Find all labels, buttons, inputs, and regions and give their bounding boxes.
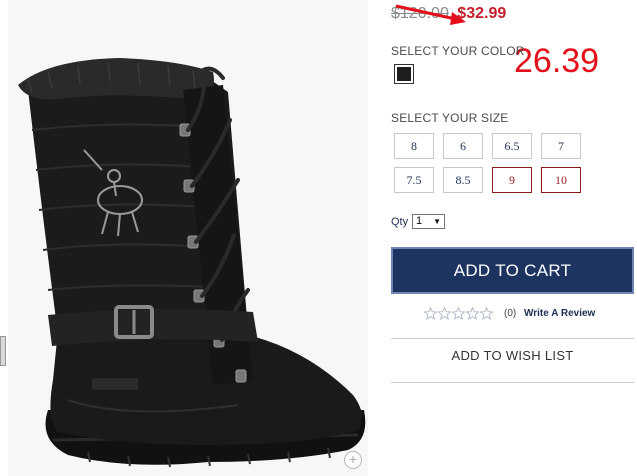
size-option[interactable]: 8.5	[443, 167, 483, 193]
image-scroll-handle[interactable]	[0, 336, 6, 366]
size-option[interactable]: 7.5	[394, 167, 434, 193]
size-option-unavailable[interactable]: 10	[541, 167, 581, 193]
size-section-label: SELECT YOUR SIZE	[391, 111, 509, 125]
star-rating[interactable]	[424, 307, 493, 320]
divider	[391, 382, 634, 383]
star-empty-icon	[424, 307, 437, 320]
size-option[interactable]: 6	[443, 133, 483, 159]
quantity-select[interactable]: 1 ▼	[412, 214, 445, 229]
star-empty-icon	[438, 307, 451, 320]
star-empty-icon	[452, 307, 465, 320]
divider	[391, 338, 634, 339]
color-swatch-black[interactable]	[394, 64, 414, 84]
annotation-number: 26.39	[514, 42, 600, 80]
size-option[interactable]: 8	[394, 133, 434, 159]
quantity-label: Qty	[391, 216, 409, 228]
quantity-value: 1	[416, 215, 423, 227]
color-section-label: SELECT YOUR COLOR	[391, 44, 525, 58]
review-count: (0)	[504, 308, 517, 319]
size-option[interactable]: 6.5	[492, 133, 532, 159]
annotation-arrow-icon	[395, 4, 466, 25]
size-option[interactable]: 7	[541, 133, 581, 159]
size-option-unavailable[interactable]: 9	[492, 167, 532, 193]
chevron-down-icon: ▼	[433, 217, 441, 226]
write-review-link[interactable]: Write A Review	[524, 308, 595, 319]
product-image[interactable]: +	[8, 0, 368, 476]
add-to-wish-list-link[interactable]: ADD TO WISH LIST	[391, 348, 634, 363]
swatch-fill	[397, 67, 411, 81]
zoom-icon[interactable]: +	[344, 451, 362, 469]
boot-illustration	[18, 58, 366, 468]
star-empty-icon	[466, 307, 479, 320]
star-empty-icon	[480, 307, 493, 320]
add-to-cart-button[interactable]: ADD TO CART	[391, 247, 634, 294]
